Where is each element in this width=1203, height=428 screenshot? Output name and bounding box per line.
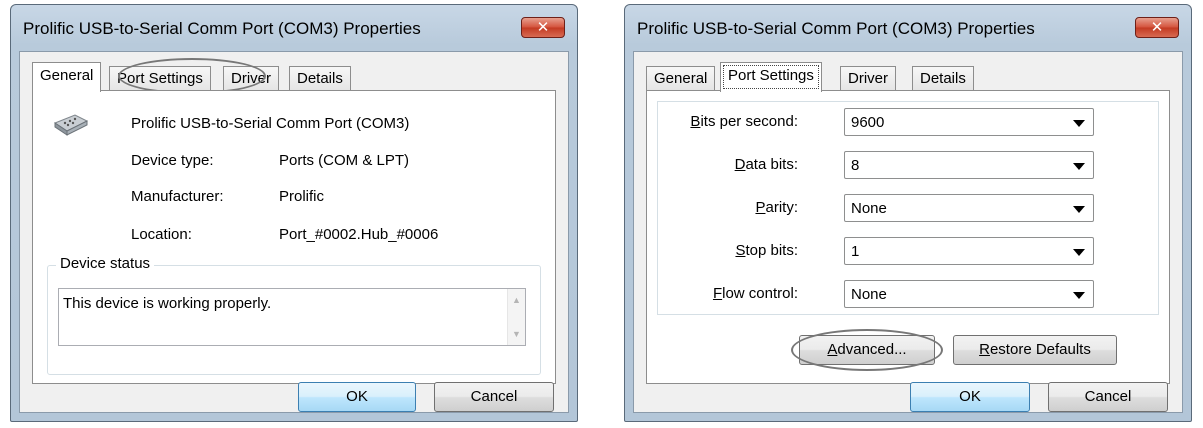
tab-details[interactable]: Details	[289, 66, 351, 91]
chevron-down-icon	[1073, 249, 1085, 256]
dialog-client: General Port Settings Driver Details Bit…	[633, 51, 1183, 413]
general-panel: Prolific USB-to-Serial Comm Port (COM3) …	[32, 90, 556, 384]
cancel-button[interactable]: Cancel	[1048, 382, 1168, 412]
window-title: Prolific USB-to-Serial Comm Port (COM3) …	[637, 19, 1035, 38]
location-label: Location:	[131, 226, 192, 243]
stop-bits-select[interactable]: 1	[844, 237, 1094, 265]
close-icon: ✕	[536, 18, 550, 36]
dialog-client: General Port Settings Driver Details Pro…	[19, 51, 569, 413]
device-type-value: Ports (COM & LPT)	[279, 152, 410, 169]
tab-driver[interactable]: Driver	[840, 66, 896, 91]
tab-general[interactable]: General	[646, 66, 716, 91]
title-bar[interactable]: Prolific USB-to-Serial Comm Port (COM3) …	[11, 5, 577, 51]
chevron-down-icon	[1073, 206, 1085, 213]
highlight-oval	[118, 58, 266, 94]
data-bits-select[interactable]: 8	[844, 151, 1094, 179]
stop-bits-label: Stop bits:	[735, 242, 798, 259]
status-scrollbar[interactable]: ▲ ▼	[507, 289, 525, 345]
title-bar[interactable]: Prolific USB-to-Serial Comm Port (COM3) …	[625, 5, 1191, 51]
ok-button[interactable]: OK	[298, 382, 416, 412]
scroll-down-icon[interactable]: ▼	[512, 329, 521, 339]
manufacturer-label: Manufacturer:	[131, 188, 224, 205]
close-button[interactable]: ✕	[1135, 17, 1179, 38]
scroll-up-icon[interactable]: ▲	[512, 295, 521, 305]
manufacturer-value: Prolific	[279, 188, 325, 205]
port-settings-window: Prolific USB-to-Serial Comm Port (COM3) …	[624, 4, 1192, 422]
window-title: Prolific USB-to-Serial Comm Port (COM3) …	[23, 19, 421, 38]
highlight-oval	[791, 329, 943, 371]
general-properties-window: Prolific USB-to-Serial Comm Port (COM3) …	[10, 4, 578, 422]
flow-control-label: Flow control:	[712, 285, 798, 302]
device-name: Prolific USB-to-Serial Comm Port (COM3)	[131, 115, 410, 132]
device-type-label: Device type:	[131, 152, 214, 169]
device-status-text: This device is working properly.	[63, 295, 272, 312]
cancel-button[interactable]: Cancel	[434, 382, 554, 412]
close-icon: ✕	[1150, 18, 1164, 36]
flow-control-select[interactable]: None	[844, 280, 1094, 308]
tab-general[interactable]: General	[32, 62, 102, 92]
chevron-down-icon	[1073, 163, 1085, 170]
restore-defaults-button[interactable]: Restore Defaults	[953, 335, 1117, 365]
parity-select[interactable]: None	[844, 194, 1094, 222]
chevron-down-icon	[1073, 120, 1085, 127]
device-status-textbox[interactable]: This device is working properly. ▲ ▼	[58, 288, 526, 346]
parity-label: Parity:	[755, 199, 798, 216]
close-button[interactable]: ✕	[521, 17, 565, 38]
bits-per-second-label: Bits per second:	[690, 113, 798, 130]
ok-button[interactable]: OK	[910, 382, 1030, 412]
device-status-title: Device status	[56, 255, 155, 272]
settings-group: Bits per second: 9600 Data bits: 8 Parit…	[657, 101, 1159, 315]
bits-per-second-select[interactable]: 9600	[844, 108, 1094, 136]
chevron-down-icon	[1073, 292, 1085, 299]
location-value: Port_#0002.Hub_#0006	[279, 226, 439, 243]
tab-details[interactable]: Details	[912, 66, 974, 91]
serial-port-icon	[53, 114, 89, 136]
tab-port-settings[interactable]: Port Settings	[720, 62, 822, 92]
data-bits-label: Data bits:	[734, 156, 798, 173]
port-settings-panel: Bits per second: 9600 Data bits: 8 Parit…	[646, 90, 1170, 384]
device-status-group: Device status This device is working pro…	[47, 255, 541, 375]
